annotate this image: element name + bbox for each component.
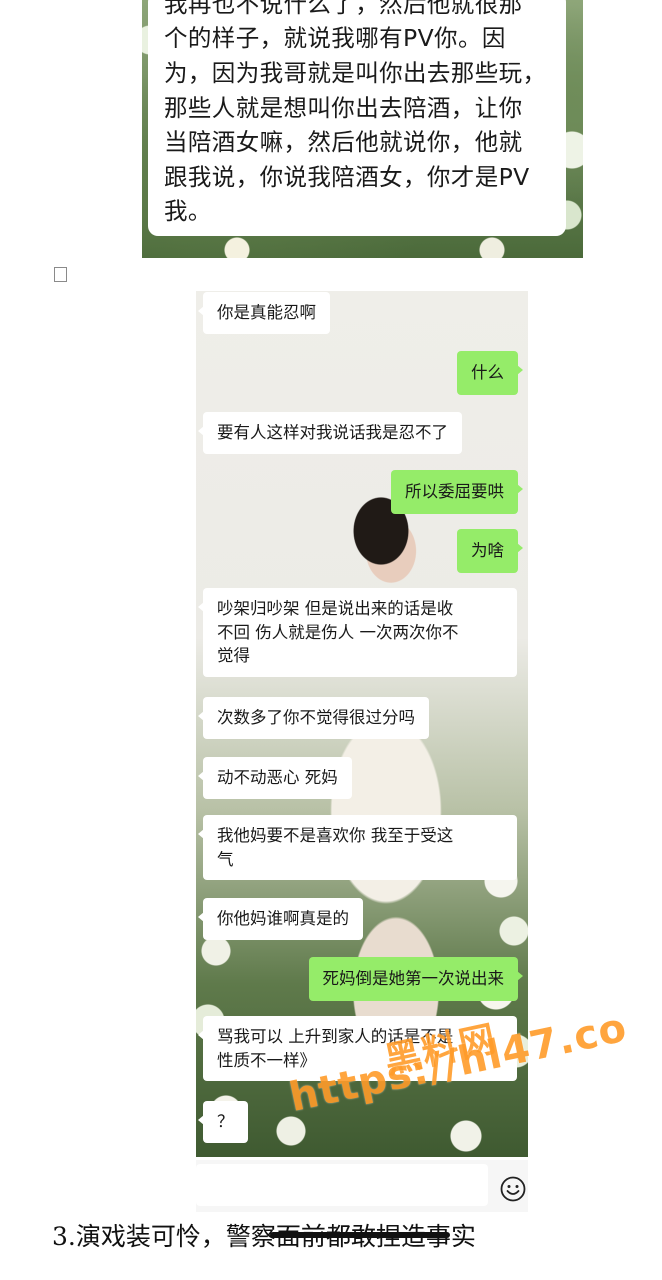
message-text: 为啥 <box>471 541 504 560</box>
message-bubble-incoming: 吵架归吵架 但是说出来的话是收 不回 伤人就是伤人 一次两次你不 觉得 <box>198 588 517 677</box>
message-text: 什么 <box>471 363 504 382</box>
smile-face-icon[interactable] <box>500 1176 526 1202</box>
message-bubble-incoming: 次数多了你不觉得很过分吗 <box>198 697 429 739</box>
message-text: 气 <box>217 849 234 869</box>
message-bubble-incoming: ？ <box>198 1101 248 1143</box>
message-text: 你是真能忍啊 <box>217 303 316 322</box>
message-text: 动不动恶心 死妈 <box>217 768 338 787</box>
message-text: 性质不一样》 <box>217 1050 316 1070</box>
message-text: 我他妈要不是喜欢你 我至于受这 <box>217 826 454 845</box>
message-bubble-outgoing: 为啥 <box>457 529 523 573</box>
message-bubble-incoming: 骂我可以 上升到家人的话是不是 性质不一样》 <box>198 1016 517 1081</box>
message-bubble-outgoing: 什么 <box>457 351 523 395</box>
message-text: 你他妈谁啊真是的 <box>217 909 349 928</box>
home-indicator <box>270 1232 450 1238</box>
message-bubble-incoming: 要有人这样对我说话我是忍不了 <box>198 412 462 454</box>
message-text: 次数多了你不觉得很过分吗 <box>217 708 415 727</box>
message-bubble-incoming: 你是真能忍啊 <box>198 292 330 334</box>
top-chat-screenshot: 我再也不说什么了，然后他就很那 个的样子，就说我哪有PV你。因 为，因为我哥就是… <box>142 0 583 258</box>
chat-input-bar <box>196 1160 528 1212</box>
broken-image-placeholder <box>54 267 67 282</box>
message-text: 骂我可以 上升到家人的话是不是 <box>217 1027 454 1046</box>
chat-screenshot: 你是真能忍啊 什么 要有人这样对我说话我是忍不了 所以委屈要哄 为啥 吵架归吵架… <box>196 291 528 1157</box>
message-text: 吵架归吵架 但是说出来的话是收 <box>217 599 454 618</box>
message-bubble-outgoing: 死妈倒是她第一次说出来 <box>308 957 523 1001</box>
message-bubble-incoming: 你他妈谁啊真是的 <box>198 898 363 940</box>
message-text: ？ <box>217 1112 234 1131</box>
message-line: 那些人就是想叫你出去陪酒，让你 <box>164 94 523 122</box>
message-line: 为，因为我哥就是叫你出去那些玩， <box>164 59 547 87</box>
long-message-bubble: 我再也不说什么了，然后他就很那 个的样子，就说我哪有PV你。因 为，因为我哥就是… <box>148 0 566 236</box>
message-line: 我。 <box>164 197 212 225</box>
message-bubble-outgoing: 所以委屈要哄 <box>391 470 523 514</box>
message-line: 当陪酒女嘛，然后他就说你，他就 <box>164 128 523 156</box>
message-bubble-incoming: 动不动恶心 死妈 <box>198 757 352 799</box>
message-input[interactable] <box>196 1164 488 1206</box>
message-line: 跟我说，你说我陪酒女，你才是PV <box>164 163 530 191</box>
message-bubble-incoming: 我他妈要不是喜欢你 我至于受这 气 <box>198 815 517 880</box>
message-text: 觉得 <box>217 646 250 665</box>
message-line: 我再也不说什么了，然后他就很那 <box>164 0 523 18</box>
message-text: 死妈倒是她第一次说出来 <box>322 969 505 988</box>
message-text: 要有人这样对我说话我是忍不了 <box>217 423 448 442</box>
message-line: 个的样子，就说我哪有PV你。因 <box>164 24 506 52</box>
message-text: 所以委屈要哄 <box>405 482 504 501</box>
message-text: 不回 伤人就是伤人 一次两次你不 <box>217 622 459 642</box>
